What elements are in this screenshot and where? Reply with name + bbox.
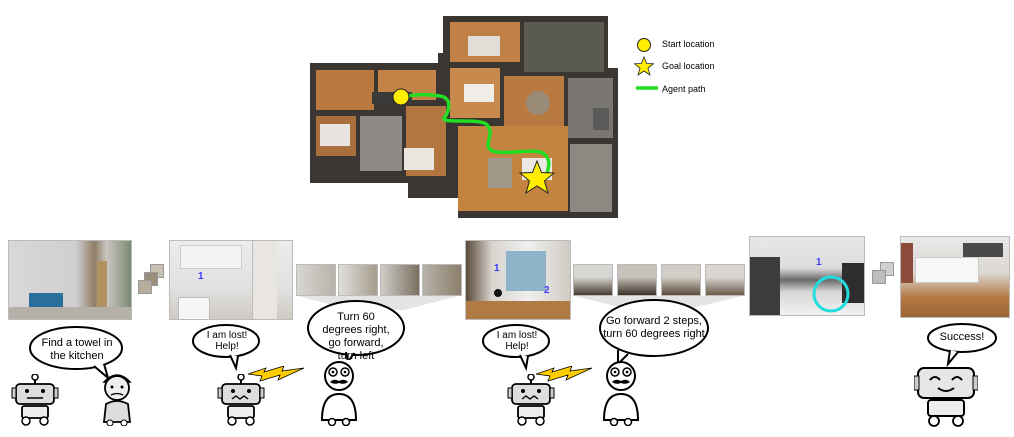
marker-number-p2: 1 [198, 271, 204, 282]
success-bubble [927, 323, 997, 368]
start-location-legend-icon [637, 38, 651, 52]
frame-1d [422, 264, 462, 296]
observation-photo-5 [900, 236, 1010, 318]
marker-number-p4: 1 [816, 257, 822, 268]
observation-photo-2: 1 [169, 240, 293, 320]
observation-photo-3: 1 2 [465, 240, 571, 320]
lightning-icon-2 [536, 366, 593, 382]
frame-1a [296, 264, 336, 296]
human-mustache-icon-2 [602, 361, 640, 426]
frame-2b [617, 264, 657, 296]
agent-dot [494, 289, 502, 297]
robot-icon [11, 374, 59, 426]
goal-location-legend-icon [634, 56, 654, 76]
lost-bubble-text-2: I am lost! Help! [496, 330, 538, 352]
frame-2a [573, 264, 613, 296]
transition-thumbnails-2 [868, 262, 896, 288]
frame-1b [338, 264, 378, 296]
map-legend: Start location Goal location Agent path [634, 34, 764, 104]
observation-photo-1 [8, 240, 132, 320]
frame-1c [380, 264, 420, 296]
agent-path-legend-icon [636, 86, 658, 90]
goal-location-label: Goal location [662, 61, 715, 71]
floor-plan-map [308, 8, 618, 222]
success-bubble-text: Success! [939, 331, 985, 343]
marker-number-p3a: 1 [494, 263, 500, 274]
lost-bubble-text-1: I am lost! Help! [206, 330, 248, 352]
agent-path-label: Agent path [662, 84, 706, 94]
human-mustache-icon [320, 361, 358, 426]
start-location-label: Start location [662, 39, 715, 49]
start-marker [392, 88, 410, 106]
observation-photo-4: 1 [749, 236, 865, 316]
frame-2d [705, 264, 745, 296]
lightning-icon [248, 366, 305, 382]
human-helper-icon [102, 374, 132, 426]
frame-2c [661, 264, 701, 296]
target-circle-icon [812, 275, 850, 313]
robot-happy-icon [914, 367, 978, 427]
marker-number-p3b: 2 [544, 285, 550, 296]
help-bubble-text-2: Go forward 2 steps, turn 60 degrees righ… [603, 315, 705, 340]
instruction-bubble-text: Find a towel in the kitchen [41, 337, 113, 362]
transition-thumbnails-1 [136, 264, 166, 298]
help-bubble-text-1: Turn 60 degrees right, go forward, turn … [322, 311, 390, 362]
